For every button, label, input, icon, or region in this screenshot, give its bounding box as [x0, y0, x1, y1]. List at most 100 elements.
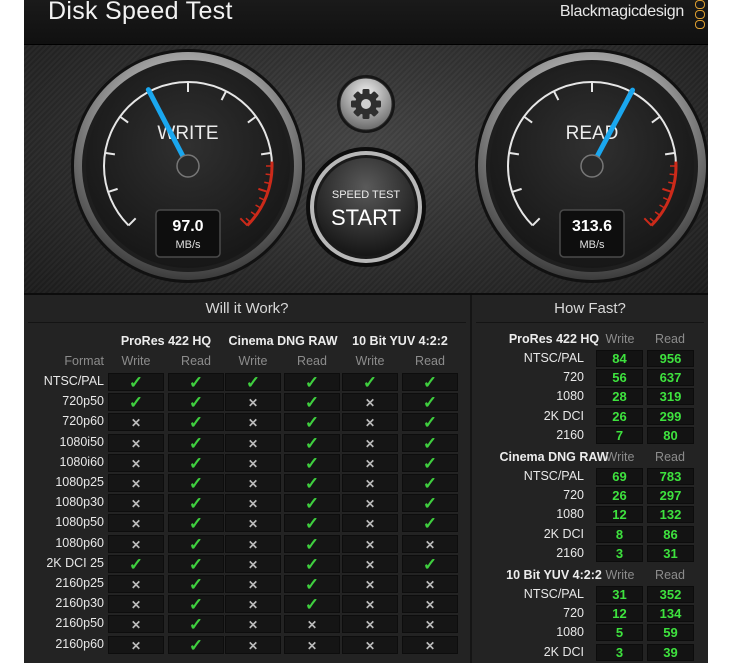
settings-button[interactable] [337, 75, 395, 133]
read-speed-unit: MB/s [579, 239, 605, 251]
how-fast-read-value: 956 [647, 350, 694, 367]
start-button[interactable]: SPEED TEST START [306, 147, 426, 267]
how-fast-write-value: 31 [596, 586, 643, 603]
brand-logo-text: Blackmagicdesign [559, 3, 684, 20]
cross-icon: ✕ [342, 635, 398, 654]
check-icon: ✓ [168, 514, 224, 533]
cross-icon: ✕ [342, 514, 398, 533]
how-fast-read-value: 319 [647, 388, 694, 406]
cross-icon: ✕ [108, 635, 164, 654]
gauge-minor-tick [669, 173, 676, 176]
cross-icon: ✕ [225, 393, 281, 412]
cross-icon: ✕ [284, 635, 340, 654]
check-icon: ✓ [168, 373, 224, 392]
how-fast-read-value: 299 [647, 407, 694, 425]
check-icon: ✓ [284, 494, 340, 513]
will-it-work-group-header: Cinema DNG RAW [228, 334, 338, 348]
how-fast-read-value: 86 [647, 525, 694, 543]
format-label: 2160p25 [55, 576, 104, 590]
cross-icon: ✕ [225, 413, 281, 432]
check-icon: ✓ [168, 393, 224, 412]
read-column-header: Read [181, 354, 211, 368]
format-label: 720p50 [62, 394, 104, 409]
how-fast-format-label: 1080 [556, 389, 584, 404]
cross-icon: ✕ [284, 615, 340, 634]
gear-icon [351, 89, 381, 119]
cross-icon: ✕ [342, 595, 398, 614]
how-fast-read-header: Read [655, 332, 685, 346]
cross-icon: ✕ [342, 494, 398, 513]
format-column-header: Format [64, 354, 104, 368]
how-fast-title: How Fast? [554, 300, 626, 317]
check-icon: ✓ [284, 534, 340, 553]
cross-icon: ✕ [342, 575, 398, 593]
gauge-panel: WRITE 97.0 MB/s READ 313.6 MB/s SPEED TE… [24, 45, 708, 295]
cross-icon: ✕ [225, 453, 281, 472]
check-icon: ✓ [402, 453, 458, 472]
cross-icon: ✕ [402, 635, 458, 654]
cross-icon: ✕ [402, 595, 458, 614]
check-icon: ✓ [168, 635, 224, 654]
how-fast-format-label: 720 [563, 370, 584, 385]
app-title: Disk Speed Test [48, 0, 233, 25]
will-it-work-title-divider [28, 322, 466, 323]
how-fast-read-header: Read [655, 450, 685, 464]
title-bar: Disk Speed Test Blackmagicdesign [24, 0, 708, 45]
how-fast-format-label: 2160 [556, 427, 584, 442]
check-icon: ✓ [108, 554, 164, 573]
check-icon: ✓ [168, 433, 224, 452]
will-it-work-group-header: 10 Bit YUV 4:2:2 [352, 334, 448, 348]
format-label: 2K DCI 25 [46, 555, 104, 570]
write-speed-unit: MB/s [175, 239, 201, 251]
check-icon: ✓ [108, 393, 164, 412]
cross-icon: ✕ [225, 635, 281, 654]
app-window: Disk Speed Test Blackmagicdesign WRITE 9… [24, 0, 708, 663]
cross-icon: ✕ [225, 474, 281, 492]
check-icon: ✓ [284, 514, 340, 533]
check-icon: ✓ [402, 413, 458, 432]
check-icon: ✓ [284, 373, 340, 392]
cross-icon: ✕ [108, 534, 164, 553]
check-icon: ✓ [284, 433, 340, 452]
check-icon: ✓ [168, 554, 224, 573]
format-label: 1080i50 [59, 434, 105, 449]
cross-icon: ✕ [342, 393, 398, 412]
how-fast-read-value: 352 [647, 586, 694, 603]
check-icon: ✓ [402, 514, 458, 533]
check-icon: ✓ [402, 393, 458, 412]
format-label: 720p60 [62, 414, 104, 429]
how-fast-format-label: 720 [563, 606, 584, 621]
format-label: 1080p30 [55, 495, 104, 510]
how-fast-read-value: 297 [647, 487, 694, 505]
how-fast-format-label: NTSC/PAL [523, 351, 584, 365]
cross-icon: ✕ [108, 433, 164, 452]
read-gauge: READ 313.6 MB/s [475, 49, 708, 283]
how-fast-title-divider [476, 322, 704, 323]
check-icon: ✓ [342, 373, 398, 392]
check-icon: ✓ [168, 453, 224, 472]
check-icon: ✓ [168, 474, 224, 493]
how-fast-read-value: 80 [647, 426, 694, 444]
how-fast-read-header: Read [655, 568, 685, 582]
how-fast-write-header: Write [605, 568, 635, 582]
format-label: 2160p60 [55, 636, 104, 651]
how-fast-format-label: 1080 [556, 625, 584, 640]
check-icon: ✓ [402, 474, 458, 493]
format-label: NTSC/PAL [43, 374, 104, 388]
cross-icon: ✕ [342, 474, 398, 492]
check-icon: ✓ [168, 615, 224, 634]
write-gauge: WRITE 97.0 MB/s [71, 49, 305, 283]
write-column-header: Write [121, 354, 151, 368]
how-fast-write-value: 3 [596, 544, 643, 562]
how-fast-format-label: 720 [563, 488, 584, 503]
results-area: Will it Work? How Fast? ProRes 422 HQ Cin… [24, 295, 708, 663]
how-fast-read-value: 134 [647, 605, 694, 623]
how-fast-write-value: 26 [596, 487, 643, 505]
cross-icon: ✕ [108, 413, 164, 432]
panel-divider [470, 295, 472, 663]
how-fast-write-value: 7 [596, 426, 643, 444]
check-icon: ✓ [284, 554, 340, 573]
how-fast-format-label: 2K DCI [543, 526, 584, 541]
write-column-header: Write [355, 354, 385, 368]
cross-icon: ✕ [225, 575, 281, 593]
